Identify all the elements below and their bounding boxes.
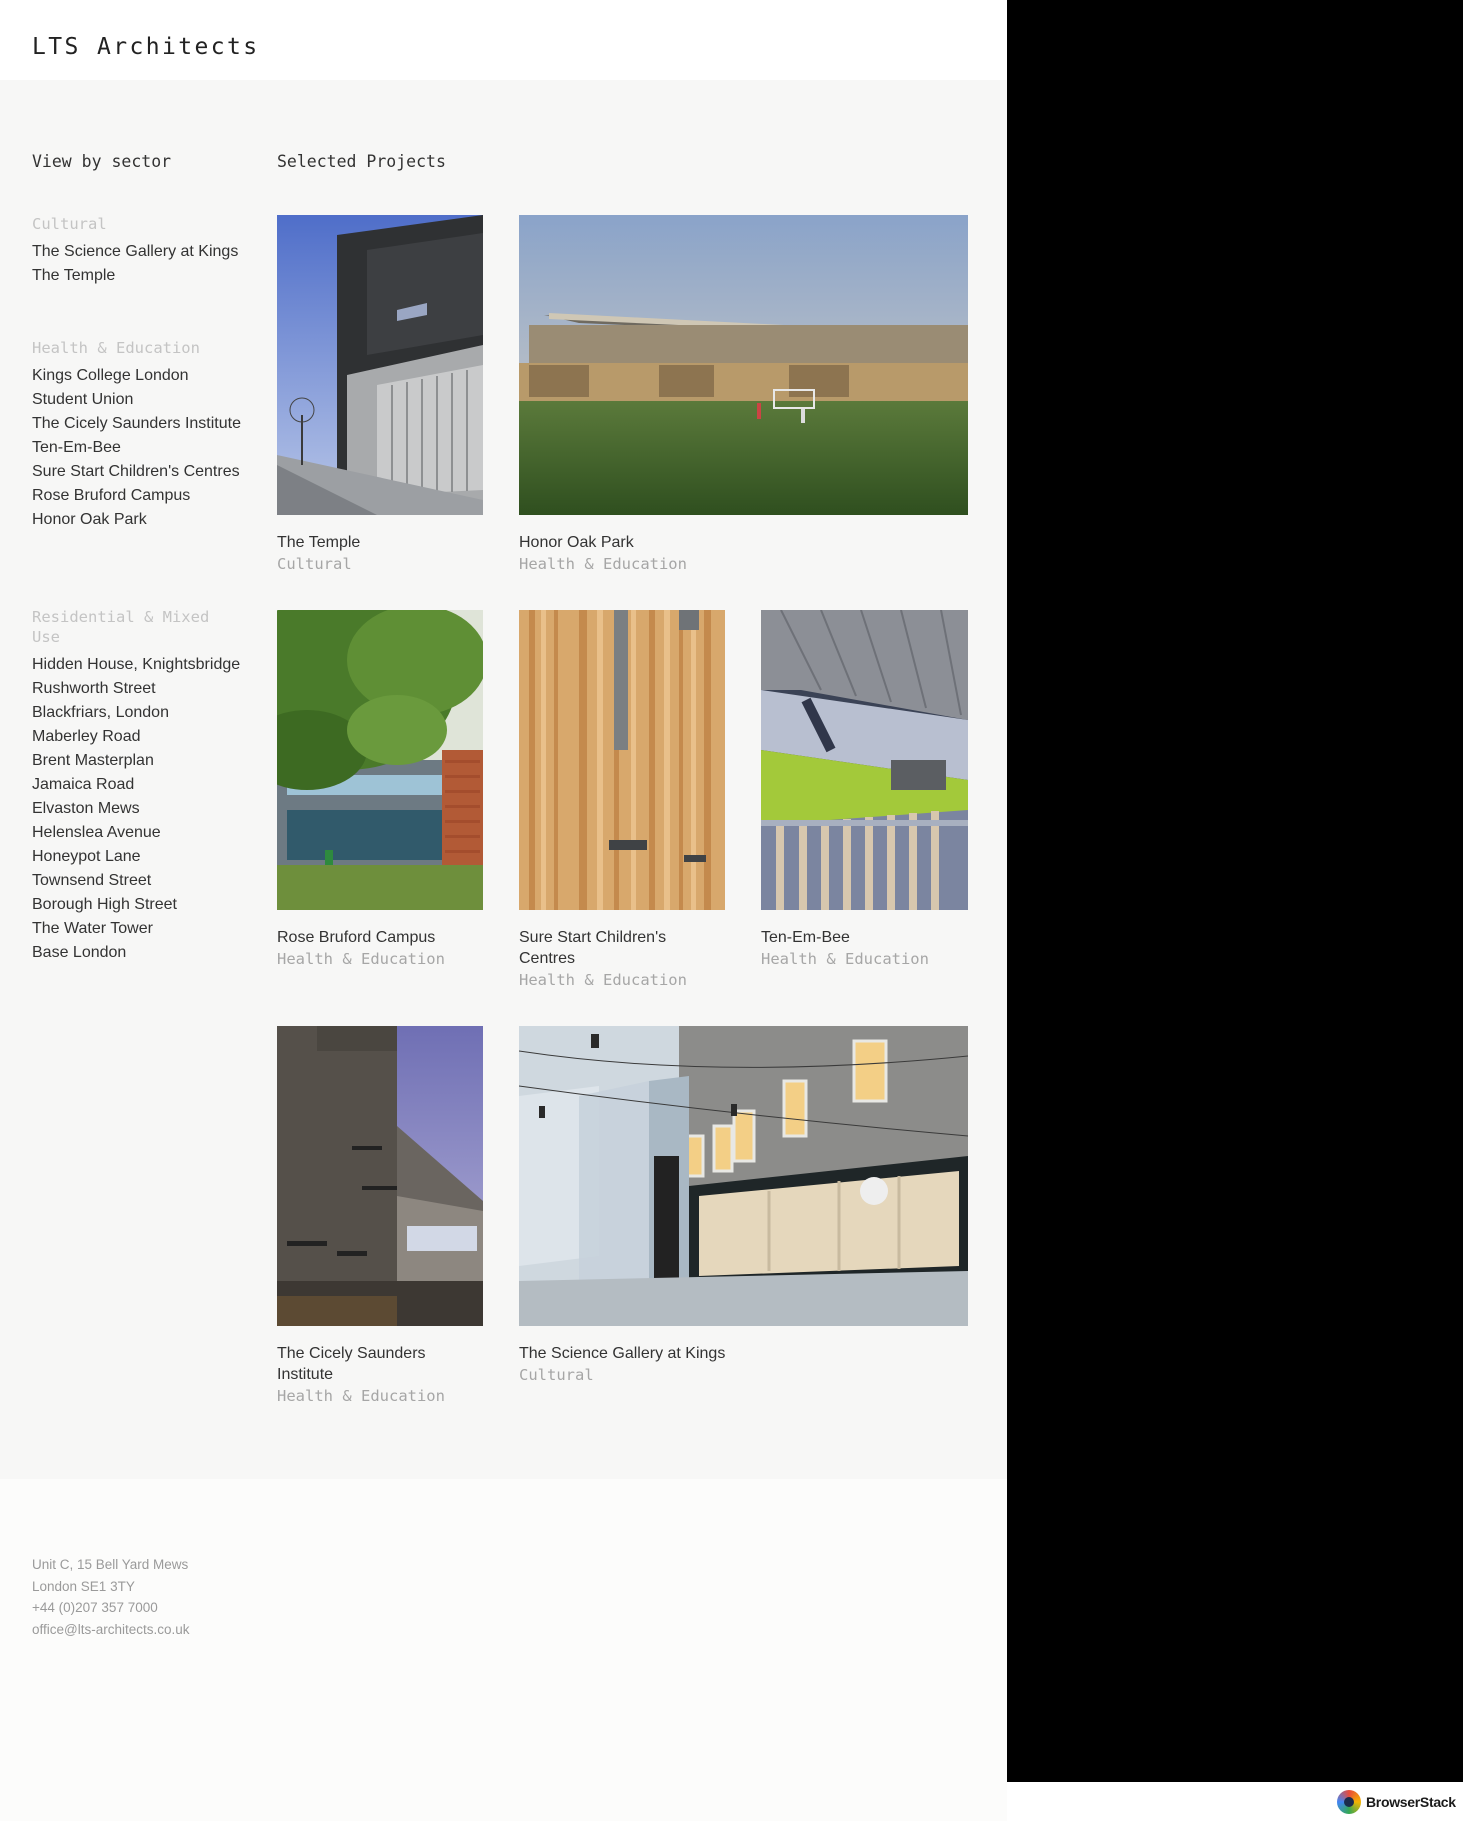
site-header: LTS Architects xyxy=(0,0,1007,80)
project-image-science-gallery[interactable] xyxy=(519,1026,968,1326)
project-image-rose-bruford-campus[interactable] xyxy=(277,610,483,910)
sidebar-link-maberley-road[interactable]: Maberley Road xyxy=(32,725,242,749)
sidebar-link-ten-em-bee[interactable]: Ten-Em-Bee xyxy=(32,436,242,460)
browserstack-logo-icon xyxy=(1337,1790,1361,1814)
project-image-the-temple[interactable] xyxy=(277,215,483,515)
sector-title[interactable]: Health & Education xyxy=(32,338,242,358)
project-name[interactable]: Honor Oak Park xyxy=(519,532,968,553)
browserstack-badge: BrowserStack xyxy=(1337,1790,1456,1814)
sidebar-link-townsend-street[interactable]: Townsend Street xyxy=(32,869,242,893)
project-name[interactable]: The Cicely Saunders Institute xyxy=(277,1343,483,1385)
sector-list: Hidden House, Knightsbridge Rushworth St… xyxy=(32,653,242,965)
sidebar-link-helenslea-avenue[interactable]: Helenslea Avenue xyxy=(32,821,242,845)
browserstack-label: BrowserStack xyxy=(1366,1794,1456,1810)
project-name[interactable]: The Temple xyxy=(277,532,483,553)
sidebar-link-hidden-house[interactable]: Hidden House, Knightsbridge xyxy=(32,653,242,677)
project-category: Health & Education xyxy=(277,1387,445,1405)
sidebar-link-kings-college-student-union[interactable]: Kings College London Student Union xyxy=(32,364,242,412)
sidebar-link-science-gallery[interactable]: The Science Gallery at Kings xyxy=(32,240,242,264)
sidebar-heading: View by sector xyxy=(32,152,172,171)
sidebar-link-base-london[interactable]: Base London xyxy=(32,941,242,965)
project-name[interactable]: The Science Gallery at Kings xyxy=(519,1343,968,1364)
sector-title[interactable]: Cultural xyxy=(32,214,242,234)
footer-address: Unit C, 15 Bell Yard Mews London SE1 3TY… xyxy=(32,1554,190,1640)
sidebar-link-rose-bruford[interactable]: Rose Bruford Campus xyxy=(32,484,242,508)
sector-residential-mixed-use: Residential & Mixed Use Hidden House, Kn… xyxy=(32,607,242,965)
sidebar-link-jamaica-road[interactable]: Jamaica Road xyxy=(32,773,242,797)
main-content: View by sector Selected Projects Cultura… xyxy=(0,80,1007,1479)
sidebar-link-borough-high-street[interactable]: Borough High Street xyxy=(32,893,242,917)
project-category: Health & Education xyxy=(761,950,929,968)
project-image-ten-em-bee[interactable] xyxy=(761,610,968,910)
sidebar-link-sure-start[interactable]: Sure Start Children's Centres xyxy=(32,460,242,484)
projects-heading: Selected Projects xyxy=(277,152,446,171)
project-category: Health & Education xyxy=(519,971,687,989)
project-category: Cultural xyxy=(519,1366,594,1384)
sector-cultural: Cultural The Science Gallery at Kings Th… xyxy=(32,214,242,288)
sidebar-link-the-temple[interactable]: The Temple xyxy=(32,264,242,288)
project-category: Health & Education xyxy=(519,555,687,573)
sidebar-link-water-tower[interactable]: The Water Tower xyxy=(32,917,242,941)
project-image-honor-oak-park[interactable] xyxy=(519,215,968,515)
project-category: Health & Education xyxy=(277,950,445,968)
sidebar-link-cicely-saunders[interactable]: The Cicely Saunders Institute xyxy=(32,412,242,436)
sidebar-link-honeypot-lane[interactable]: Honeypot Lane xyxy=(32,845,242,869)
sidebar-link-blackfriars[interactable]: Blackfriars, London xyxy=(32,701,242,725)
project-name[interactable]: Sure Start Children's Centres xyxy=(519,927,725,969)
sector-title[interactable]: Residential & Mixed Use xyxy=(32,607,242,647)
footer-email[interactable]: office@lts-architects.co.uk xyxy=(32,1619,190,1641)
site-footer: Unit C, 15 Bell Yard Mews London SE1 3TY… xyxy=(0,1479,1007,1821)
project-name[interactable]: Rose Bruford Campus xyxy=(277,927,483,948)
footer-phone[interactable]: +44 (0)207 357 7000 xyxy=(32,1597,190,1619)
sector-health-education: Health & Education Kings College London … xyxy=(32,338,242,532)
sector-list: The Science Gallery at Kings The Temple xyxy=(32,240,242,288)
sidebar-link-elvaston-mews[interactable]: Elvaston Mews xyxy=(32,797,242,821)
sidebar-link-brent-masterplan[interactable]: Brent Masterplan xyxy=(32,749,242,773)
site-logo[interactable]: LTS Architects xyxy=(32,34,259,60)
sector-list: Kings College London Student Union The C… xyxy=(32,364,242,532)
project-image-sure-start[interactable] xyxy=(519,610,725,910)
project-name[interactable]: Ten-Em-Bee xyxy=(761,927,968,948)
sidebar-link-honor-oak-park[interactable]: Honor Oak Park xyxy=(32,508,242,532)
footer-address-line1: Unit C, 15 Bell Yard Mews xyxy=(32,1557,189,1572)
site-page: LTS Architects View by sector Selected P… xyxy=(0,0,1007,1821)
project-image-cicely-saunders[interactable] xyxy=(277,1026,483,1326)
project-category: Cultural xyxy=(277,555,352,573)
footer-address-line2: London SE1 3TY xyxy=(32,1578,135,1594)
sidebar-link-rushworth-street[interactable]: Rushworth Street xyxy=(32,677,242,701)
